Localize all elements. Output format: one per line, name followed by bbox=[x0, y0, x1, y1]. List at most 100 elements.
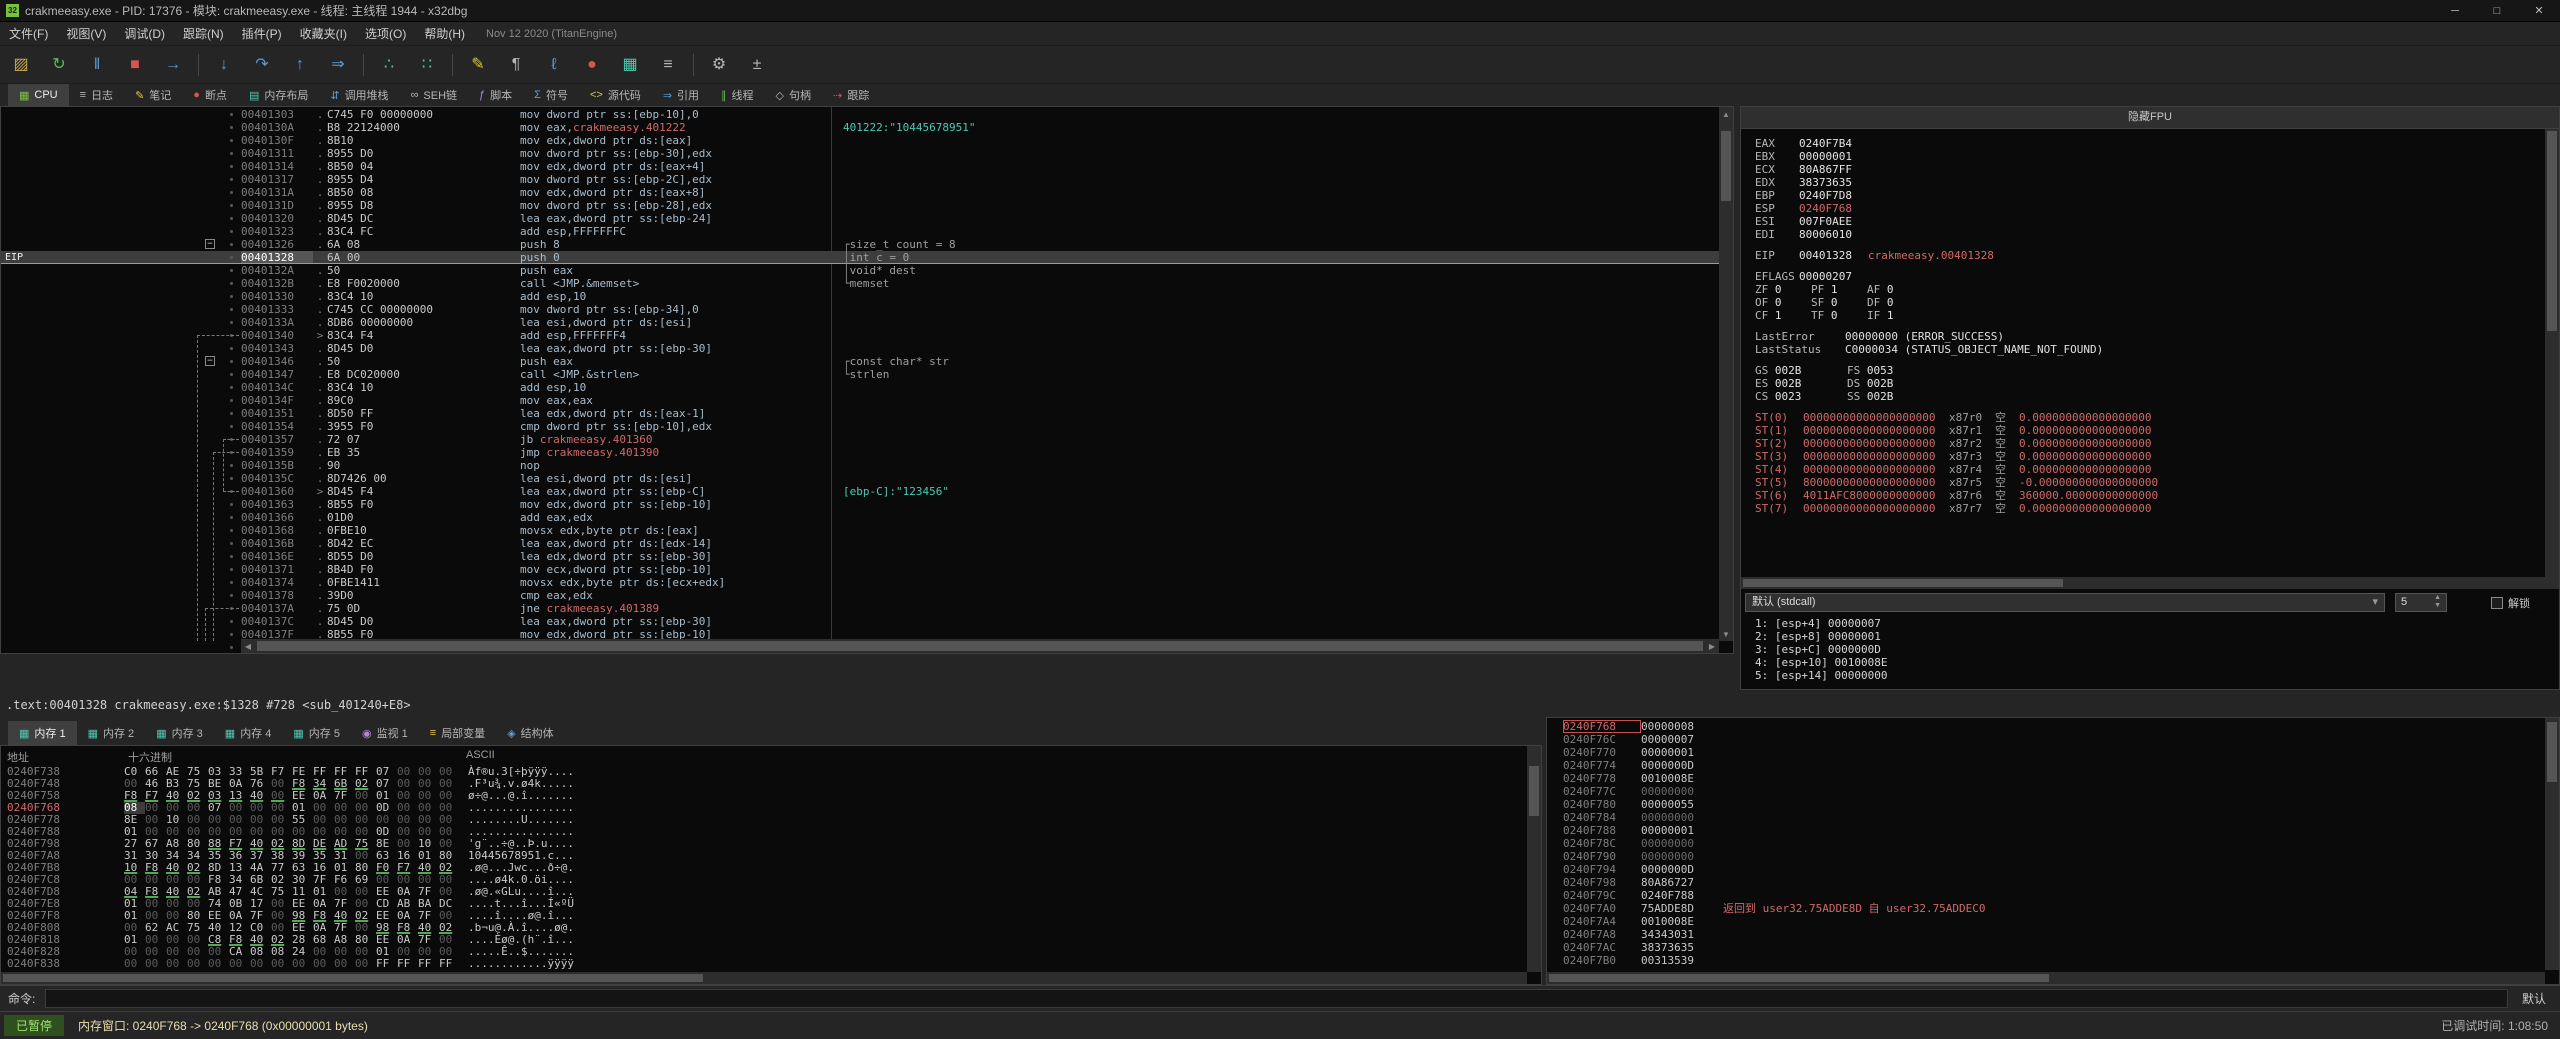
disasm-row[interactable]: 0040135B. 90 nop bbox=[1, 459, 1719, 472]
disasm-row[interactable]: 00401368. 0FBE10 movsx edx,byte ptr ds:[ea… bbox=[1, 524, 1719, 537]
disasm-row[interactable]: 0040137A. 75 0D jne crakmeeasy.401389 bbox=[1, 602, 1719, 615]
disasm-row[interactable]: 00401354. 3955 F0 cmp dword ptr ss:[ebp-10… bbox=[1, 420, 1719, 433]
dump-horizontal-scrollbar[interactable] bbox=[1, 972, 1527, 984]
register-row[interactable]: EAX 0240F7B4 bbox=[1755, 137, 2531, 150]
disasm-row[interactable]: 00401303. C745 F0 00000000 mov dword ptr s… bbox=[1, 108, 1719, 121]
trace-over-button[interactable]: ∷ bbox=[412, 51, 442, 79]
menu-item-7[interactable]: 帮助(H) bbox=[415, 21, 474, 46]
disasm-row[interactable]: 00401371. 8B4D F0 mov ecx,dword ptr ss:[eb… bbox=[1, 563, 1719, 576]
tab-references[interactable]: ⇒ 引用 bbox=[652, 84, 710, 106]
calculator-button[interactable]: ± bbox=[742, 51, 772, 79]
stack-row[interactable]: 0240F7A8 34343031 bbox=[1547, 928, 2545, 941]
calling-convention-select[interactable]: 默认 (stdcall) ▾ bbox=[1745, 593, 2385, 612]
register-row[interactable]: EFLAGS 00000207 bbox=[1755, 270, 2531, 283]
open-file-button[interactable]: ▨ bbox=[6, 51, 36, 79]
disasm-row[interactable]: 0040130A. B8 22124000 mov eax,crakmeeasy.4… bbox=[1, 121, 1719, 134]
register-row[interactable]: ST(3) 00000000000000000000 x87r3 空 0.0000000… bbox=[1755, 450, 2531, 463]
disasm-row[interactable]: 00401333. C745 CC 00000000 mov dword ptr s… bbox=[1, 303, 1719, 316]
disasm-row[interactable]: 0040132B. E8 F0020000 call <JMP.&memset> └m… bbox=[1, 277, 1719, 290]
register-row[interactable]: ECX 80A867FF bbox=[1755, 163, 2531, 176]
register-row[interactable]: EBP 0240F7D8 bbox=[1755, 189, 2531, 202]
unlock-checkbox[interactable] bbox=[2491, 597, 2503, 609]
minimize-button[interactable]: ─ bbox=[2434, 0, 2476, 22]
stack-row[interactable]: 0240F774 0000000D bbox=[1547, 759, 2545, 772]
tab-source[interactable]: <> 源代码 bbox=[579, 84, 652, 106]
scrollbar-thumb[interactable] bbox=[257, 641, 1703, 651]
disasm-row[interactable]: 0040130F. 8B10 mov edx,dword ptr ds:[eax] bbox=[1, 134, 1719, 147]
disasm-row[interactable]: − 00401326. 6A 08 push 8 ┌size_t count = 8 bbox=[1, 238, 1719, 251]
tab-breakpoints[interactable]: ● 断点 bbox=[182, 84, 238, 106]
stack-row[interactable]: 0240F7AC 38373635 bbox=[1547, 941, 2545, 954]
menu-item-1[interactable]: 视图(V) bbox=[57, 21, 115, 46]
settings-button[interactable]: ⚙ bbox=[704, 51, 734, 79]
stack-row[interactable]: 0240F768 00000008 bbox=[1547, 720, 2545, 733]
register-row[interactable]: LastStatus C0000034 (STATUS_OBJECT_NAME_N… bbox=[1755, 343, 2531, 356]
stack-row[interactable]: 0240F780 00000055 bbox=[1547, 798, 2545, 811]
patches-button[interactable]: ✎ bbox=[463, 51, 493, 79]
stack-row[interactable]: 0240F76C 00000007 bbox=[1547, 733, 2545, 746]
register-row[interactable]: ST(0) 00000000000000000000 x87r0 空 0.0000000… bbox=[1755, 411, 2531, 424]
tab-script[interactable]: ƒ 脚本 bbox=[468, 84, 523, 106]
fold-toggle[interactable]: − bbox=[205, 239, 215, 249]
stack-vertical-scrollbar[interactable] bbox=[2545, 718, 2559, 970]
disasm-row[interactable]: 0040134F. 89C0 mov eax,eax bbox=[1, 394, 1719, 407]
menu-item-5[interactable]: 收藏夹(I) bbox=[291, 21, 356, 46]
register-row[interactable]: ES 002B DS 002B bbox=[1755, 377, 2531, 390]
hide-fpu-button[interactable]: 隐藏FPU bbox=[1741, 107, 2559, 129]
scroll-up-icon[interactable]: ▲ bbox=[1719, 107, 1733, 121]
disasm-row[interactable]: 00401343. 8D45 D0 lea eax,dword ptr ss:[eb… bbox=[1, 342, 1719, 355]
registers-vertical-scrollbar[interactable] bbox=[2545, 129, 2559, 589]
tab-struct[interactable]: ◈ 结构体 bbox=[496, 721, 564, 745]
breakpoint-button[interactable]: ● bbox=[577, 51, 607, 79]
scrollbar-thumb[interactable] bbox=[2547, 131, 2557, 331]
label-button[interactable]: ℓ bbox=[539, 51, 569, 79]
register-row[interactable]: ST(5) 80000000000000000000 x87r5 空 -0.000000… bbox=[1755, 476, 2531, 489]
disasm-row[interactable]: 0040135C. 8D7426 00 lea esi,dword ptr ds:[… bbox=[1, 472, 1719, 485]
stack-row[interactable]: 0240F78C 00000000 bbox=[1547, 837, 2545, 850]
scrollbar-thumb[interactable] bbox=[1743, 579, 2063, 587]
tab-seh[interactable]: ∞ SEH链 bbox=[400, 84, 468, 106]
tab-dump-1[interactable]: ▦ 内存 1 bbox=[8, 721, 77, 745]
stack-row[interactable]: 0240F770 00000001 bbox=[1547, 746, 2545, 759]
memory-map-button[interactable]: ▦ bbox=[615, 51, 645, 79]
register-row[interactable]: ST(2) 00000000000000000000 x87r2 空 0.0000000… bbox=[1755, 437, 2531, 450]
scrollbar-thumb[interactable] bbox=[2547, 722, 2557, 782]
register-row[interactable]: ZF 0 PF 1 AF 0 bbox=[1755, 283, 2531, 296]
register-row[interactable]: EBX 00000001 bbox=[1755, 150, 2531, 163]
stack-row[interactable]: 0240F794 0000000D bbox=[1547, 863, 2545, 876]
tab-memory-map[interactable]: ▤ 内存布局 bbox=[238, 84, 319, 106]
stack-row[interactable]: 0240F7B0 00313539 bbox=[1547, 954, 2545, 967]
pause-button[interactable]: ‖ bbox=[82, 51, 112, 79]
step-out-button[interactable]: ↑ bbox=[285, 51, 315, 79]
argument-row-3[interactable]: 3: [esp+C] 0000000D bbox=[1755, 643, 2543, 656]
disasm-row[interactable]: 0040137C. 8D45 D0 lea eax,dword ptr ss:[eb… bbox=[1, 615, 1719, 628]
tab-watch-1[interactable]: ◉ 监视 1 bbox=[351, 721, 419, 745]
trace-into-button[interactable]: ∴ bbox=[374, 51, 404, 79]
tab-dump-3[interactable]: ▦ 内存 3 bbox=[145, 721, 214, 745]
register-row[interactable]: EDI 80006010 bbox=[1755, 228, 2531, 241]
register-row[interactable]: GS 002B FS 0053 bbox=[1755, 364, 2531, 377]
dump-vertical-scrollbar[interactable] bbox=[1527, 746, 1541, 972]
disasm-row[interactable]: 0040132A. 50 push eax │void* dest bbox=[1, 264, 1719, 277]
tab-log[interactable]: ≡ 日志 bbox=[69, 84, 124, 106]
disasm-row[interactable]: 00401311. 8955 D0 mov dword ptr ss:[ebp-30… bbox=[1, 147, 1719, 160]
scroll-right-icon[interactable]: ▶ bbox=[1705, 639, 1719, 653]
disasm-vertical-scrollbar[interactable]: ▲ ▼ bbox=[1719, 107, 1733, 641]
tab-notes[interactable]: ✎ 笔记 bbox=[124, 84, 182, 106]
scrollbar-thumb[interactable] bbox=[1721, 131, 1731, 201]
register-row[interactable]: ESI 007F0AEE bbox=[1755, 215, 2531, 228]
register-row[interactable]: CS 0023 SS 002B bbox=[1755, 390, 2531, 403]
dump-row[interactable]: 0240F838 00 00 00 00 00 00 00 00 00 00 00 00 FF FF FF FF… bbox=[1, 958, 1527, 970]
run-button[interactable]: → bbox=[158, 51, 188, 79]
register-row[interactable]: ST(6) 4011AFC8000000000000 x87r6 空 360000.00… bbox=[1755, 489, 2531, 502]
disasm-row[interactable]: EIP 00401328 6A 00 push 0 │int c = 0 bbox=[1, 251, 1719, 264]
stack-row[interactable]: 0240F788 00000001 bbox=[1547, 824, 2545, 837]
disasm-row[interactable]: 00401357. 72 07 jb crakmeeasy.401360 bbox=[1, 433, 1719, 446]
register-row[interactable]: ST(4) 00000000000000000000 x87r4 空 0.0000000… bbox=[1755, 463, 2531, 476]
fold-toggle[interactable]: − bbox=[205, 356, 215, 366]
disasm-row[interactable]: 00401374. 0FBE1411 movsx edx,byte ptr ds:[… bbox=[1, 576, 1719, 589]
tab-handles[interactable]: ◇ 句柄 bbox=[765, 84, 822, 106]
scrollbar-thumb[interactable] bbox=[1529, 766, 1539, 816]
disasm-row[interactable]: 00401340 >83C4 F4 add esp,FFFFFFF4 bbox=[1, 329, 1719, 342]
scrollbar-thumb[interactable] bbox=[1549, 974, 2049, 982]
